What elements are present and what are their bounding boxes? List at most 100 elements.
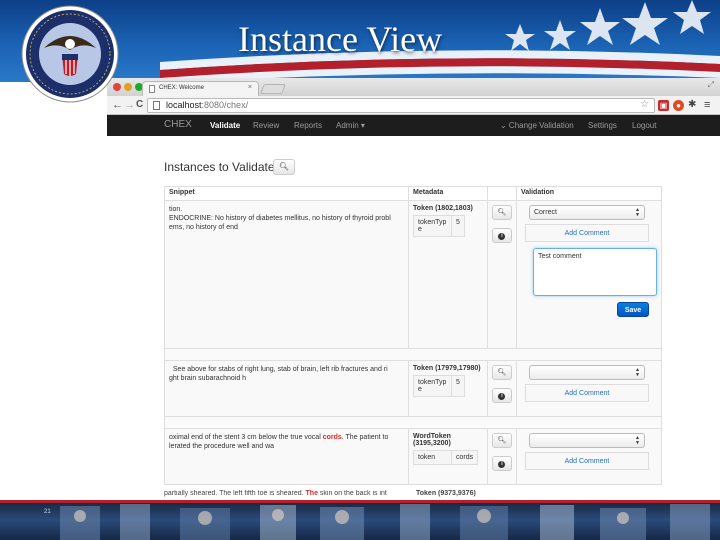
settings-gear-icon[interactable]: ✱ [688, 98, 696, 112]
add-comment-link[interactable]: Add Comment [524, 384, 649, 402]
nav-settings[interactable]: Settings [588, 121, 617, 130]
browser-title-bar: CHEX: Welcome × ⤢ [107, 78, 720, 96]
metadata-cell: Token (1802,1803) tokenType 5 [408, 200, 488, 349]
actions-cell: 🔍︎ i [486, 200, 517, 349]
column-header-validation: Validation [515, 186, 663, 201]
info-button[interactable]: i [491, 388, 512, 403]
info-icon: i [498, 393, 506, 400]
row-spacer [164, 348, 662, 361]
tab-title: CHEX: Welcome [159, 85, 204, 91]
token-title: Token (9373,9376) [416, 490, 476, 497]
select-arrows-icon: ▲ ▼ [635, 367, 640, 378]
reload-button[interactable]: C [136, 98, 143, 112]
zoom-button[interactable]: 🔍︎ [491, 205, 512, 220]
snippet-text: partially sheared. The left fifth toe is… [164, 490, 306, 497]
zoom-button[interactable]: 🔍︎ [491, 433, 512, 448]
page-title: Instances to Validate [164, 160, 275, 174]
nav-admin-dropdown[interactable]: Admin ▾ [336, 121, 365, 130]
metadata-value: cords [451, 450, 479, 465]
snippet-text: oximal end of the stent 3 cm below the t… [169, 434, 323, 441]
browser-tab[interactable]: CHEX: Welcome × [142, 81, 259, 96]
partial-table-row: partially sheared. The left fifth toe is… [164, 490, 662, 500]
main-content: Instances to Validate 🔍︎ Snippet Metadat… [107, 136, 720, 500]
column-header-snippet: Snippet [163, 186, 410, 201]
adblock-icon[interactable]: ● [673, 100, 684, 111]
metadata-value: 5 [451, 215, 465, 237]
minimize-window-button[interactable] [124, 83, 132, 91]
new-tab-button[interactable] [260, 84, 286, 94]
forward-button[interactable]: → [124, 98, 135, 112]
save-button[interactable]: Save [617, 302, 649, 317]
nav-validate[interactable]: Validate [210, 121, 240, 130]
actions-cell: 🔍︎ i [486, 428, 517, 485]
slide-title: Instance View [238, 19, 443, 59]
table-row: tion. ENDOCRINE: No history of diabetes … [163, 200, 663, 349]
select-arrows-icon: ▲ ▼ [635, 207, 640, 218]
url-bar[interactable]: localhost:8080/chex/ ☆ [147, 98, 655, 113]
address-toolbar: ← → C localhost:8080/chex/ ☆ ▣ ● ✱ ≡ [107, 96, 720, 115]
search-button[interactable]: 🔍︎ [273, 159, 295, 175]
table-row: oximal end of the stent 3 cm below the t… [163, 428, 663, 485]
zoom-button[interactable]: 🔍︎ [491, 365, 512, 380]
select-arrows-icon: ▲ ▼ [635, 435, 640, 446]
snippet-line: tion. [169, 206, 183, 213]
table-header-row: Snippet Metadata Validation [163, 186, 663, 201]
va-seal-logo [21, 5, 119, 103]
menu-icon[interactable]: ≡ [704, 98, 710, 112]
nav-change-validation[interactable]: ⌄ Change Validation [500, 121, 574, 130]
app-navbar: CHEX Validate Review Reports Admin ▾ ⌄ C… [107, 115, 720, 136]
snippet-cell: oximal end of the stent 3 cm below the t… [163, 428, 410, 485]
snippet-line: oximal end of the stent 3 cm below the t… [169, 433, 404, 442]
slide-footer: 21 [0, 500, 720, 540]
column-header-actions [486, 186, 517, 201]
nav-logout[interactable]: Logout [632, 121, 656, 130]
snippet-line: ems, no history of end [169, 224, 238, 231]
token-title-line: WordToken [413, 433, 451, 440]
row-spacer [164, 416, 662, 429]
metadata-key: tokenType [413, 375, 453, 397]
magnifier-icon: 🔍︎ [278, 162, 290, 171]
token-title: WordToken (3195,3200) [413, 433, 483, 447]
validation-select[interactable]: ▲ ▼ [528, 433, 645, 448]
snippet-line: lerated the procedure well and wa [169, 443, 275, 450]
snippet-line: ght brain subarachnoid h [169, 375, 247, 382]
metadata-cell: WordToken (3195,3200) token cords [408, 428, 488, 485]
metadata-table: tokenType 5 [413, 215, 465, 237]
snippet-line: See above for stabs of right lung, stab … [169, 366, 388, 373]
nav-reports[interactable]: Reports [294, 121, 322, 130]
metadata-value: 5 [451, 375, 465, 397]
close-tab-icon[interactable]: × [248, 84, 252, 91]
select-value: Correct [533, 209, 557, 216]
highlighted-token: cords [322, 434, 342, 441]
add-comment-link[interactable]: Add Comment [524, 452, 649, 470]
brand-logo[interactable]: CHEX [164, 119, 192, 130]
instances-table: Snippet Metadata Validation tion. ENDOCR… [163, 186, 663, 485]
info-button[interactable]: i [491, 456, 512, 471]
add-comment-link[interactable]: Add Comment [524, 224, 649, 242]
metadata-table: tokenType 5 [413, 375, 465, 397]
info-button[interactable]: i [491, 228, 512, 243]
footer-photo-collage [60, 504, 710, 540]
fullscreen-icon[interactable]: ⤢ [708, 80, 714, 90]
nav-review[interactable]: Review [253, 121, 279, 130]
page-icon [153, 101, 160, 110]
column-header-metadata: Metadata [408, 186, 488, 201]
metadata-cell: Token (17979,17980) tokenType 5 [408, 360, 488, 417]
snippet-line: ENDOCRINE: No history of diabetes mellit… [169, 215, 391, 222]
extension-icon[interactable]: ▣ [658, 100, 669, 111]
validation-cell: ▲ ▼ Add Comment [515, 428, 663, 485]
actions-cell: 🔍︎ i [486, 360, 517, 417]
snippet-text: . The patient to [341, 434, 389, 441]
highlighted-token: The [305, 490, 318, 497]
url-host: localhost [166, 100, 202, 110]
token-title: Token (1802,1803) [413, 205, 473, 212]
comment-textarea[interactable]: Test comment [532, 248, 657, 296]
metadata-table: token cords [413, 450, 479, 465]
token-title-line: (3195,3200) [413, 440, 451, 447]
snippet-text: skin on the back is int [317, 490, 387, 497]
validation-select[interactable]: Correct ▲ ▼ [528, 205, 645, 220]
validation-cell: ▲ ▼ Add Comment [515, 360, 663, 417]
validation-select[interactable]: ▲ ▼ [528, 365, 645, 380]
bookmark-star-icon[interactable]: ☆ [640, 99, 649, 110]
snippet-cell: tion. ENDOCRINE: No history of diabetes … [163, 200, 410, 349]
